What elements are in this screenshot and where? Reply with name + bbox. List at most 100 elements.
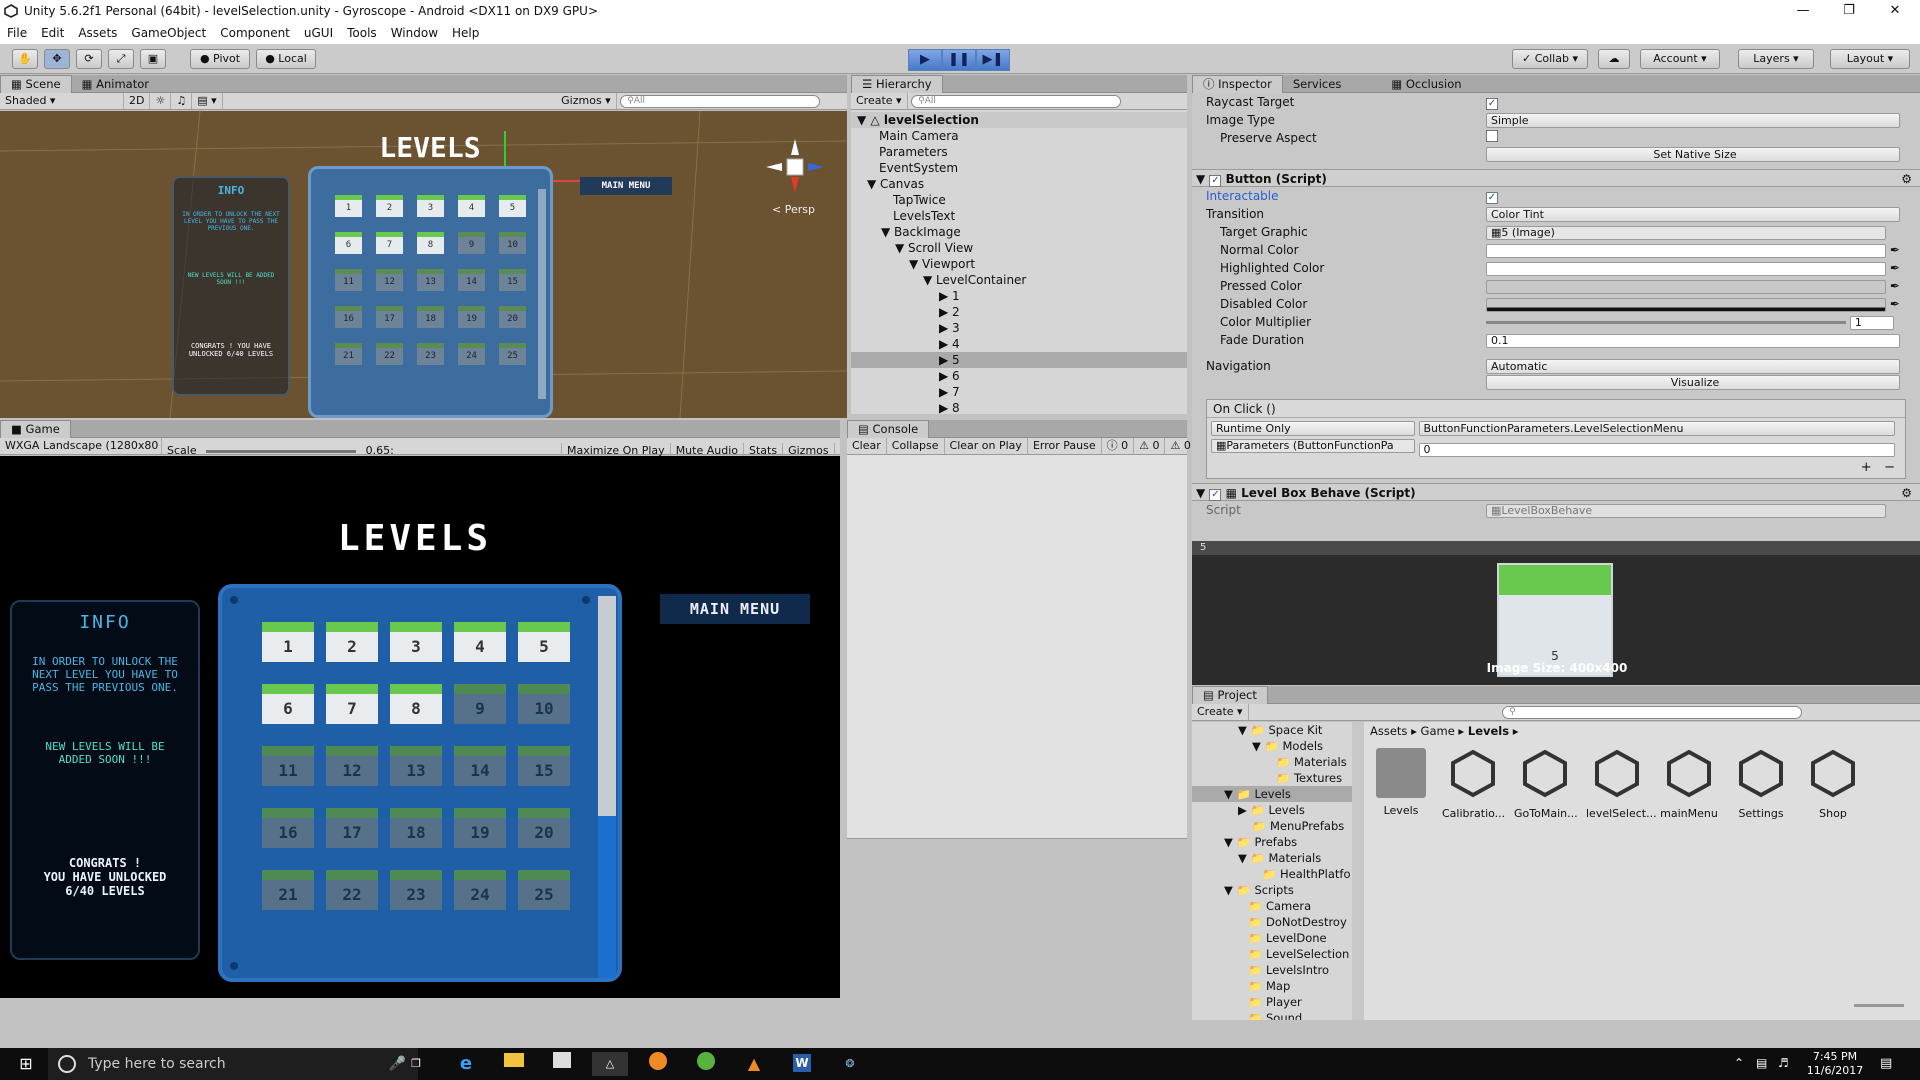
hierarchy-create-dropdown[interactable]: Create ▾: [851, 93, 908, 109]
tab-scene[interactable]: ▦ Scene: [0, 75, 72, 93]
local-toggle[interactable]: ● Local: [256, 49, 316, 69]
hierarchy-item[interactable]: ▼ Viewport: [851, 256, 1187, 272]
console-error-pause-toggle[interactable]: Error Pause: [1028, 438, 1102, 454]
tab-occlusion[interactable]: ▦ Occlusion: [1381, 76, 1471, 94]
project-folder[interactable]: 📁 Textures: [1192, 770, 1352, 786]
menu-edit[interactable]: Edit: [34, 24, 71, 42]
button-component-header[interactable]: ▼ ✓ Button (Script) ⚙: [1192, 169, 1920, 187]
maximize-button[interactable]: ❐: [1826, 0, 1872, 24]
scene-level-button[interactable]: 18: [417, 306, 444, 328]
project-folder[interactable]: 📁 DoNotDestroy: [1192, 914, 1352, 930]
level-button[interactable]: 1: [262, 622, 314, 662]
game-view[interactable]: LEVELS INFO IN ORDER TO UNLOCK THE NEXT …: [0, 456, 840, 998]
hand-tool-icon[interactable]: ✋: [12, 49, 38, 69]
breadcrumb-game[interactable]: Game: [1421, 724, 1455, 738]
level-button[interactable]: 18: [390, 808, 442, 848]
color-multiplier-slider[interactable]: [1486, 321, 1846, 324]
level-button[interactable]: 4: [454, 622, 506, 662]
asset-scene-shop[interactable]: Shop: [1802, 748, 1864, 820]
project-folder[interactable]: ▼ 📁 Scripts: [1192, 882, 1352, 898]
scene-gizmos-dropdown[interactable]: Gizmos ▾: [556, 93, 617, 109]
level-button[interactable]: 19: [454, 808, 506, 848]
hierarchy-item[interactable]: ▼ Scroll View: [851, 240, 1187, 256]
word-icon[interactable]: W: [784, 1052, 820, 1076]
project-folder[interactable]: 📁 Materials: [1192, 754, 1352, 770]
scene-level-button[interactable]: 22: [376, 343, 403, 365]
hierarchy-item[interactable]: TapTwice: [851, 192, 1187, 208]
hierarchy-item-selected[interactable]: ▶ 5: [851, 352, 1187, 368]
level-scroll-handle[interactable]: [598, 596, 616, 816]
tab-project[interactable]: ▤ Project: [1192, 686, 1268, 704]
project-folder[interactable]: 📁 MenuPrefabs: [1192, 818, 1352, 834]
normal-color-swatch[interactable]: [1486, 243, 1886, 258]
vlc-icon[interactable]: ▲: [736, 1052, 772, 1076]
function-dropdown[interactable]: ButtonFunctionParameters.LevelSelectionM…: [1418, 421, 1895, 436]
store-icon[interactable]: [544, 1052, 580, 1076]
project-folder[interactable]: ▼ 📁 Models: [1192, 738, 1352, 754]
level-button[interactable]: 15: [518, 746, 570, 786]
level-button[interactable]: 24: [454, 870, 506, 910]
tab-animator[interactable]: ▦ Animator: [72, 76, 159, 94]
level-box-enabled-checkbox[interactable]: ✓: [1209, 489, 1222, 501]
scene-level-button[interactable]: 1: [335, 195, 362, 217]
breadcrumb-assets[interactable]: Assets: [1370, 724, 1407, 738]
project-folder[interactable]: 📁 Player: [1192, 994, 1352, 1010]
resolution-dropdown[interactable]: WXGA Landscape (1280x80: [0, 438, 162, 454]
scene-level-button[interactable]: 9: [458, 232, 485, 254]
hierarchy-item[interactable]: ▶ 8: [851, 400, 1187, 414]
runtime-only-dropdown[interactable]: Runtime Only: [1211, 421, 1415, 436]
fade-duration-field[interactable]: 0.1: [1486, 333, 1900, 348]
hierarchy-search-input[interactable]: ⚲All: [911, 94, 1122, 108]
scene-main-menu-button[interactable]: MAIN MENU: [580, 177, 672, 195]
hierarchy-item[interactable]: ▶ 2: [851, 304, 1187, 320]
2d-toggle[interactable]: 2D: [124, 93, 151, 109]
scene-level-button[interactable]: 24: [458, 343, 485, 365]
parameter-value-field[interactable]: 0: [1418, 443, 1895, 457]
volume-icon[interactable]: ♬: [1778, 1056, 1789, 1070]
scene-level-button[interactable]: 15: [499, 269, 526, 291]
scene-level-button[interactable]: 2: [376, 195, 403, 217]
navigation-dropdown[interactable]: Automatic: [1486, 359, 1900, 374]
project-folder[interactable]: 📁 HealthPlatfo: [1192, 866, 1352, 882]
tray-chevron-icon[interactable]: ⌃: [1734, 1056, 1744, 1070]
console-log-area[interactable]: [847, 455, 1187, 839]
pressed-color-swatch[interactable]: [1486, 279, 1886, 294]
menu-ugui[interactable]: uGUI: [297, 24, 340, 42]
network-icon[interactable]: ▤: [1756, 1056, 1767, 1070]
project-folder[interactable]: 📁 LevelSelection: [1192, 946, 1352, 962]
level-button[interactable]: 25: [518, 870, 570, 910]
project-folder[interactable]: 📁 Map: [1192, 978, 1352, 994]
collab-dropdown[interactable]: ✓ Collab ▾: [1512, 49, 1588, 69]
asset-scene-settings[interactable]: Settings: [1730, 748, 1792, 820]
project-folder-selected[interactable]: ▼ 📁 Levels: [1192, 786, 1352, 802]
hierarchy-item[interactable]: Parameters: [851, 144, 1187, 160]
action-center-icon[interactable]: ▤: [1880, 1056, 1892, 1071]
asset-scene-gotomain[interactable]: GoToMain...: [1514, 748, 1578, 820]
scene-level-button[interactable]: 21: [335, 343, 362, 365]
hierarchy-item[interactable]: LevelsText: [851, 208, 1187, 224]
interactable-checkbox[interactable]: ✓: [1486, 192, 1498, 204]
scene-level-button[interactable]: 14: [458, 269, 485, 291]
hierarchy-item[interactable]: EventSystem: [851, 160, 1187, 176]
minimize-button[interactable]: —: [1780, 0, 1826, 24]
menu-file[interactable]: File: [0, 24, 34, 42]
project-tree-scrollbar[interactable]: [1352, 722, 1364, 1020]
level-button[interactable]: 16: [262, 808, 314, 848]
target-graphic-field[interactable]: ▦5 (Image): [1486, 225, 1886, 240]
level-button[interactable]: 13: [390, 746, 442, 786]
shading-dropdown[interactable]: Shaded ▾: [0, 93, 124, 109]
utorrent-icon[interactable]: [688, 1052, 724, 1076]
level-button[interactable]: 10: [518, 684, 570, 724]
taskbar-search-box[interactable]: Type here to search 🎤: [48, 1048, 418, 1080]
menu-gameobject[interactable]: GameObject: [124, 24, 213, 42]
scene-gizmo[interactable]: [760, 133, 830, 203]
menu-assets[interactable]: Assets: [71, 24, 124, 42]
rect-tool-icon[interactable]: ▣: [140, 49, 166, 69]
hierarchy-scene-root[interactable]: ▼ △ levelSelection: [851, 112, 1187, 128]
level-button[interactable]: 21: [262, 870, 314, 910]
console-clear-button[interactable]: Clear: [847, 438, 887, 454]
level-button[interactable]: 3: [390, 622, 442, 662]
tab-console[interactable]: ▤ Console: [847, 420, 930, 438]
persp-label[interactable]: < Persp: [772, 203, 815, 216]
transition-dropdown[interactable]: Color Tint: [1486, 207, 1900, 222]
